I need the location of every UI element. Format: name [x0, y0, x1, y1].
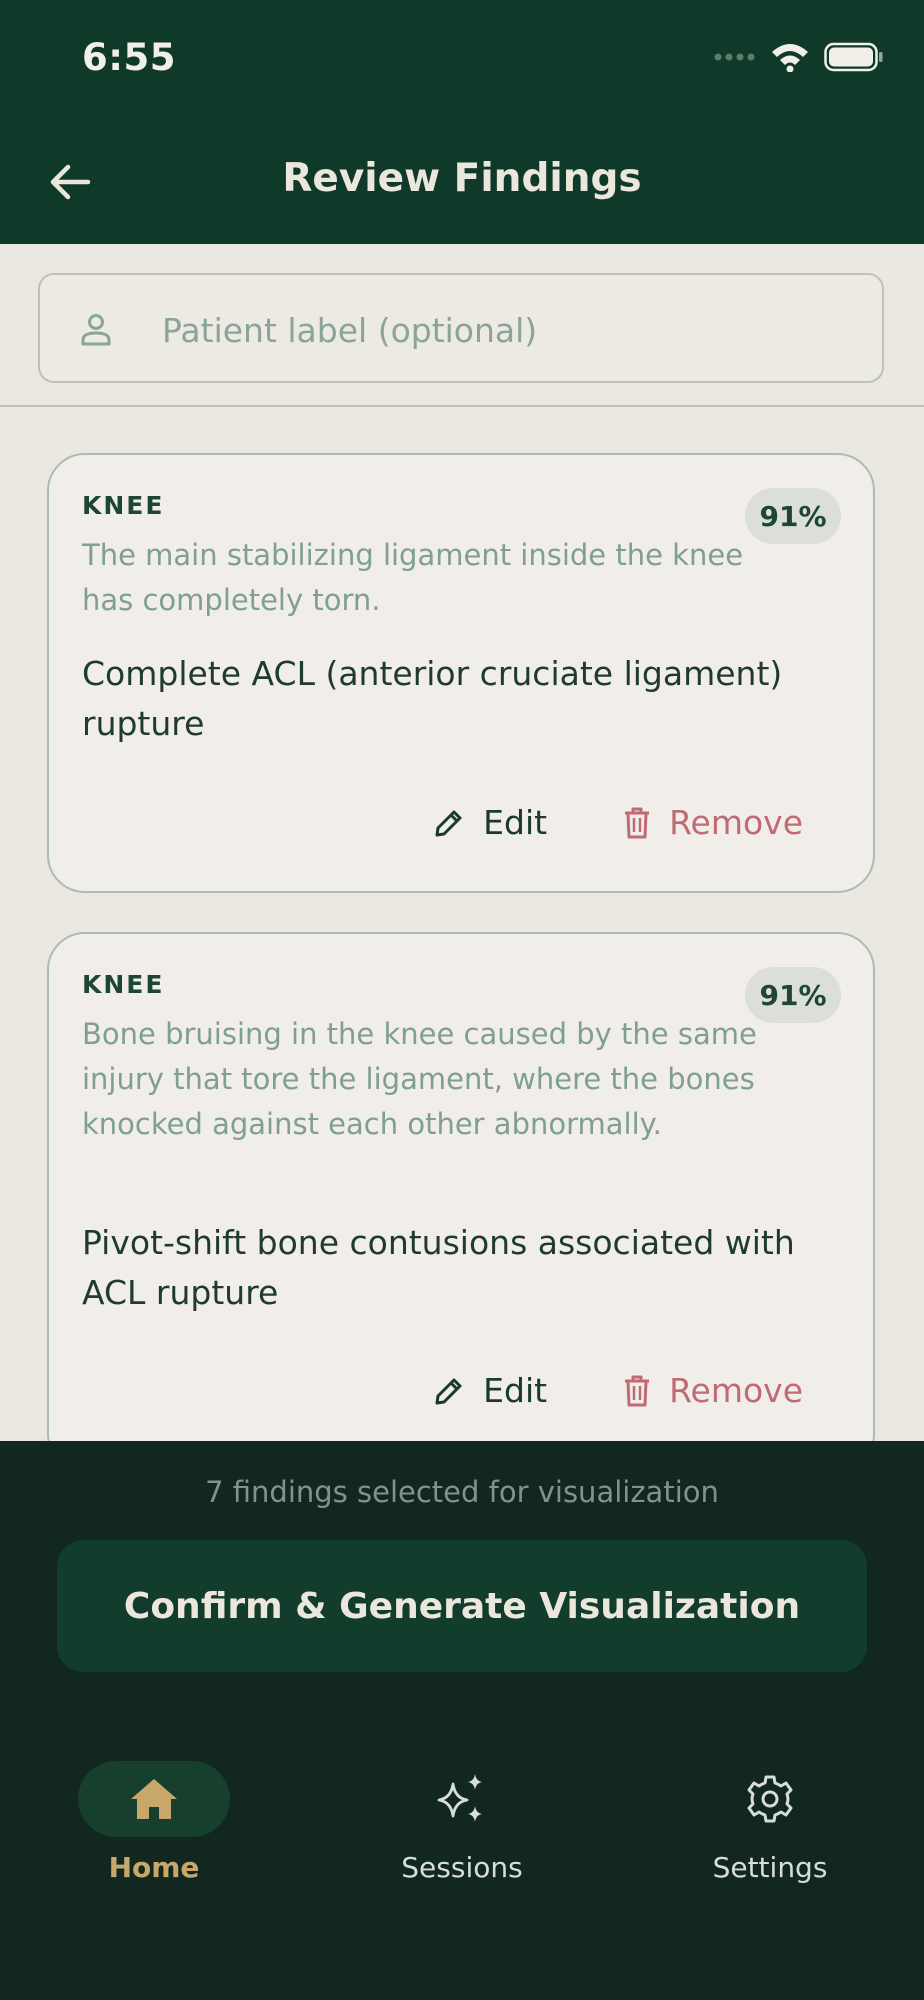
status-time: 6:55 [82, 36, 177, 79]
finding-clinical-text: Complete ACL (anterior cruciate ligament… [82, 654, 783, 743]
nav-label-sessions: Sessions [401, 1851, 523, 1884]
nav-active-indicator [78, 1761, 230, 1837]
remove-button[interactable]: Remove [623, 803, 803, 842]
trash-icon [625, 807, 650, 838]
trash-icon [625, 1375, 650, 1406]
finding-region: KNEE [82, 970, 165, 999]
sparkles-icon [437, 1774, 482, 1822]
signal-icon [714, 53, 755, 61]
patient-label-placeholder: Patient label (optional) [162, 311, 538, 350]
finding-plain-description: Bone bruising in the knee caused by the … [82, 1017, 757, 1141]
edit-label: Edit [483, 803, 548, 842]
finding-plain-description: The main stabilizing ligament inside the… [82, 538, 744, 617]
pencil-icon [435, 1378, 462, 1404]
nav-icon-container [386, 1761, 538, 1837]
edit-label: Edit [483, 1371, 548, 1410]
remove-button[interactable]: Remove [623, 1371, 803, 1410]
remove-label: Remove [669, 1371, 803, 1410]
pencil-icon [435, 810, 462, 836]
patient-label-input[interactable]: Patient label (optional) [38, 273, 884, 383]
nav-icon-container [694, 1761, 846, 1837]
nav-item-settings[interactable]: Settings [650, 1761, 890, 1884]
page-title: Review Findings [282, 156, 642, 201]
confirm-generate-button[interactable]: Confirm & Generate Visualization [57, 1540, 867, 1672]
patient-field-section: Patient label (optional) [0, 244, 924, 407]
selected-count-text: 7 findings selected for visualization [205, 1475, 719, 1509]
finding-actions: Edit Remove [433, 1371, 803, 1410]
bottom-panel: 7 findings selected for visualization Co… [0, 1441, 924, 2000]
nav-label-settings: Settings [712, 1851, 828, 1884]
finding-region: KNEE [82, 491, 165, 520]
nav-label-home: Home [108, 1851, 200, 1884]
edit-button[interactable]: Edit [433, 803, 547, 842]
finding-card: KNEE 91% Bone bruising in the knee cause… [47, 932, 875, 1441]
finding-actions: Edit Remove [433, 803, 803, 842]
nav-item-sessions[interactable]: Sessions [342, 1761, 582, 1884]
app-bar: Review Findings [0, 120, 924, 244]
home-icon [131, 1779, 177, 1819]
remove-label: Remove [669, 803, 803, 842]
person-icon [81, 314, 111, 346]
status-icons [714, 42, 884, 72]
nav-item-home[interactable]: Home [34, 1761, 274, 1884]
gear-icon [747, 1775, 793, 1823]
edit-button[interactable]: Edit [433, 1371, 547, 1410]
battery-icon [824, 42, 883, 72]
status-bar: 6:55 [0, 0, 924, 120]
findings-list: KNEE 91% The main stabilizing ligament i… [0, 407, 924, 1441]
wifi-icon [772, 44, 808, 72]
finding-clinical-text: Pivot-shift bone contusions associated w… [82, 1223, 795, 1312]
finding-card: KNEE 91% The main stabilizing ligament i… [47, 453, 875, 893]
